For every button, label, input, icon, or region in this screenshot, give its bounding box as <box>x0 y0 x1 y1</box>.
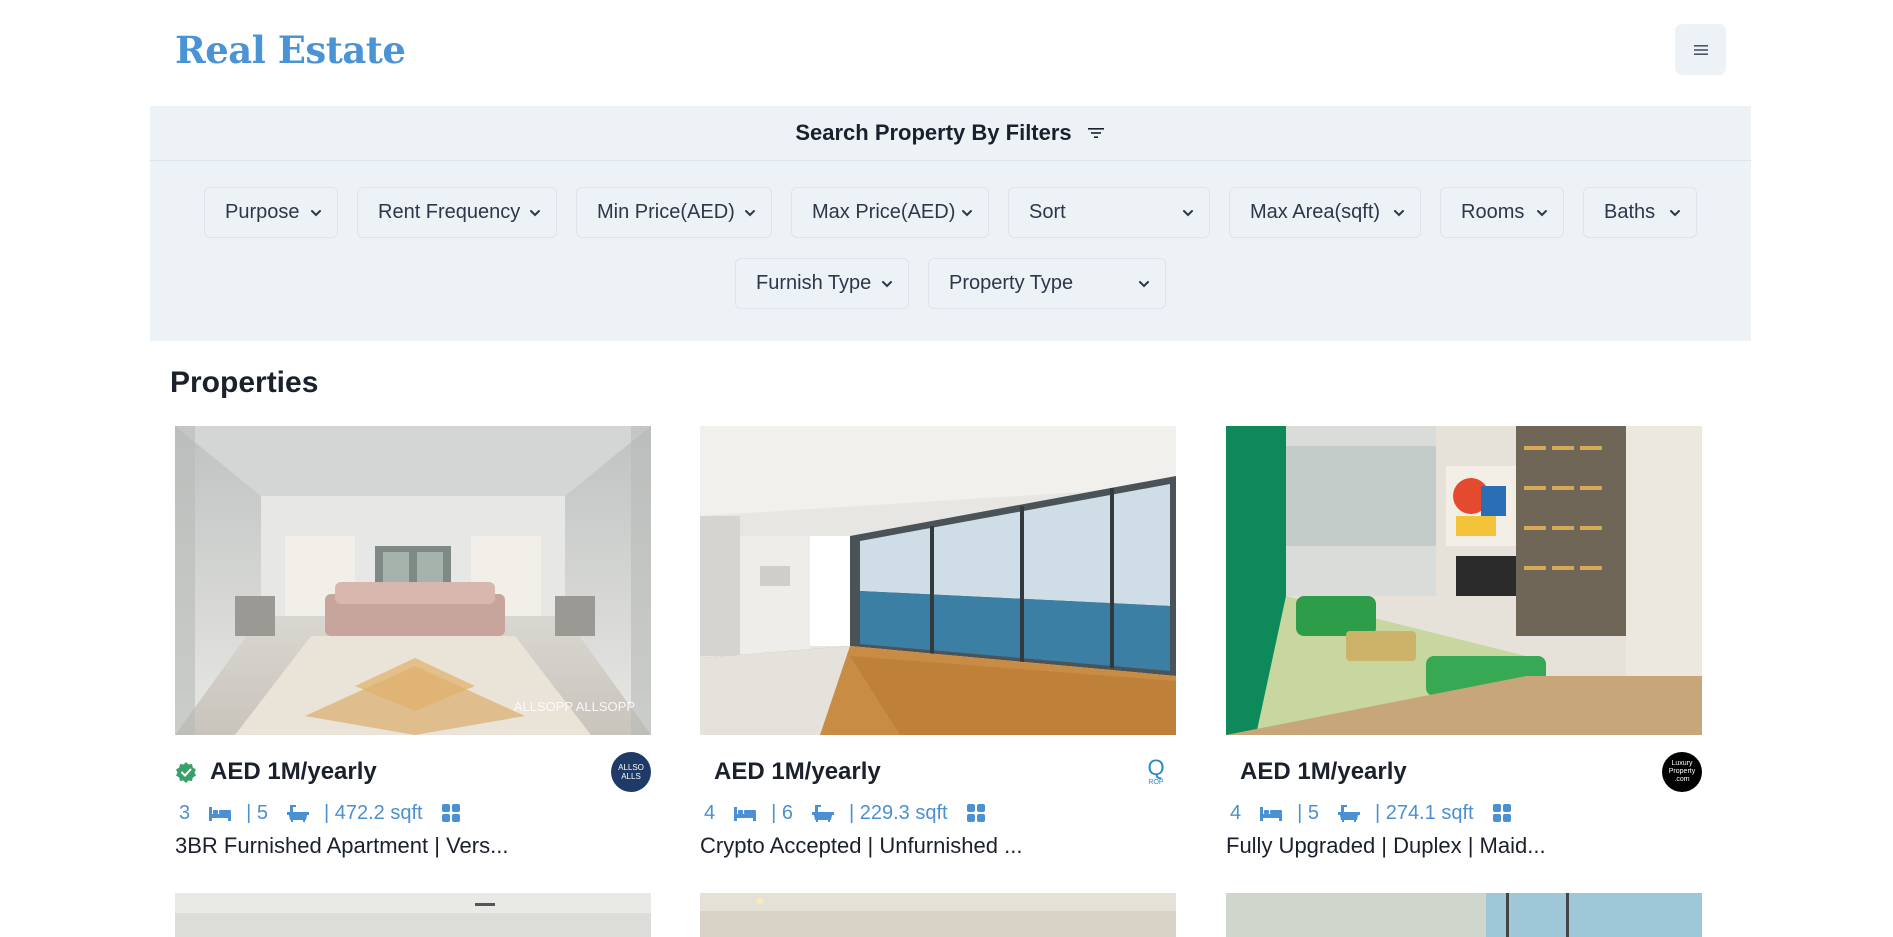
area: | 274.1 sqft <box>1375 801 1474 824</box>
agency-logo-text: ALLSO ALLS <box>618 763 644 781</box>
chevron-down-icon <box>1537 209 1547 216</box>
stats-row: 3 | 5 | 472.2 sqft <box>175 795 651 831</box>
bed-icon <box>1260 807 1283 821</box>
select-label: Baths <box>1604 201 1656 223</box>
property-card[interactable]: ALLSOPP ALLSOPP AED 1M/yearly ALLSO ALLS… <box>175 426 651 859</box>
agency-logo-text: Luxury Property .com <box>1668 760 1696 783</box>
bed-icon <box>209 807 232 821</box>
select-label: Furnish Type <box>756 272 872 294</box>
agency-avatar[interactable]: Luxury Property .com <box>1662 752 1702 792</box>
filter-icon <box>1086 123 1106 143</box>
agency-logo-subtext: ROP <box>1148 779 1164 786</box>
furnish-type-select[interactable]: Furnish Type <box>735 258 909 309</box>
rent-frequency-select[interactable]: Rent Frequency <box>357 187 557 238</box>
hamburger-icon <box>1693 44 1708 55</box>
filter-row-1: Purpose Rent Frequency Min Price(AED) Ma… <box>150 187 1751 238</box>
bath-icon <box>812 805 834 822</box>
baths-count: | 6 <box>771 801 793 824</box>
price: AED 1M/yearly <box>210 758 377 785</box>
price: AED 1M/yearly <box>714 758 881 785</box>
rooms-count: 4 <box>1230 801 1242 824</box>
select-label: Max Price(AED) <box>812 201 956 223</box>
chevron-down-icon <box>962 209 972 216</box>
chevron-down-icon <box>530 209 540 216</box>
chevron-down-icon <box>1394 209 1404 216</box>
watermark-text: ALLSOPP ALLSOPP <box>514 699 635 714</box>
select-label: Rooms <box>1461 201 1525 223</box>
filter-header[interactable]: Search Property By Filters <box>150 106 1751 161</box>
rooms-count: 3 <box>179 801 191 824</box>
grid-icon <box>441 804 460 822</box>
select-label: Rent Frequency <box>378 201 521 223</box>
chevron-down-icon <box>1183 209 1193 216</box>
brand-logo[interactable]: Real Estate <box>175 28 406 72</box>
area: | 472.2 sqft <box>324 801 423 824</box>
chevron-down-icon <box>745 209 755 216</box>
property-image[interactable]: ALLSOPP ALLSOPP <box>175 426 651 735</box>
sort-select[interactable]: Sort <box>1008 187 1210 238</box>
verified-icon <box>176 762 196 783</box>
chevron-down-icon <box>311 209 321 216</box>
price-row: AED 1M/yearly Q ROP <box>700 752 1176 792</box>
bed-icon <box>734 807 757 821</box>
grid-icon <box>966 804 985 822</box>
stats-row: 4 | 6 | 229.3 sqft <box>700 795 1176 831</box>
price: AED 1M/yearly <box>1240 758 1407 785</box>
select-label: Min Price(AED) <box>597 201 735 223</box>
agency-avatar[interactable]: ALLSO ALLS <box>611 752 651 792</box>
filter-panel: Search Property By Filters Purpose Rent … <box>150 106 1751 341</box>
property-type-select[interactable]: Property Type <box>928 258 1166 309</box>
bath-icon <box>287 805 309 822</box>
property-title[interactable]: Crypto Accepted | Unfurnished ... <box>700 833 1176 859</box>
rooms-select[interactable]: Rooms <box>1440 187 1564 238</box>
menu-button[interactable] <box>1675 24 1726 75</box>
property-card[interactable]: AED 1M/yearly Luxury Property .com 4 | 5… <box>1226 426 1702 859</box>
navbar: Real Estate <box>0 0 1893 106</box>
area: | 229.3 sqft <box>849 801 948 824</box>
chevron-down-icon <box>1670 209 1680 216</box>
baths-select[interactable]: Baths <box>1583 187 1697 238</box>
select-label: Property Type <box>949 272 1074 294</box>
price-row: AED 1M/yearly Luxury Property .com <box>1226 752 1702 792</box>
purpose-select[interactable]: Purpose <box>204 187 338 238</box>
filter-row-2: Furnish Type Property Type <box>150 258 1751 309</box>
property-image[interactable] <box>700 426 1176 735</box>
property-image[interactable] <box>1226 426 1702 735</box>
price-row: AED 1M/yearly ALLSO ALLS <box>175 752 651 792</box>
max-price-select[interactable]: Max Price(AED) <box>791 187 989 238</box>
grid-icon <box>1492 804 1511 822</box>
section-title: Properties <box>170 366 319 399</box>
bath-icon <box>1338 805 1360 822</box>
chevron-down-icon <box>1139 280 1149 287</box>
property-image-partial[interactable] <box>1226 893 1702 937</box>
baths-count: | 5 <box>1297 801 1319 824</box>
select-label: Purpose <box>225 201 300 223</box>
stats-row: 4 | 5 | 274.1 sqft <box>1226 795 1702 831</box>
filter-title: Search Property By Filters <box>795 120 1072 145</box>
property-title[interactable]: 3BR Furnished Apartment | Vers... <box>175 833 651 859</box>
property-card[interactable]: AED 1M/yearly Q ROP 4 | 6 | 229.3 sqft C… <box>700 426 1176 859</box>
agency-logo-text: Q <box>1147 755 1165 780</box>
select-label: Max Area(sqft) <box>1250 201 1381 223</box>
baths-count: | 5 <box>246 801 268 824</box>
chevron-down-icon <box>882 280 892 287</box>
min-price-select[interactable]: Min Price(AED) <box>576 187 772 238</box>
max-area-select[interactable]: Max Area(sqft) <box>1229 187 1421 238</box>
agency-avatar[interactable]: Q ROP <box>1136 752 1176 792</box>
property-image-partial[interactable] <box>175 893 651 937</box>
property-title[interactable]: Fully Upgraded | Duplex | Maid... <box>1226 833 1702 859</box>
property-image-partial[interactable] <box>700 893 1176 937</box>
rooms-count: 4 <box>704 801 716 824</box>
select-label: Sort <box>1029 201 1066 223</box>
